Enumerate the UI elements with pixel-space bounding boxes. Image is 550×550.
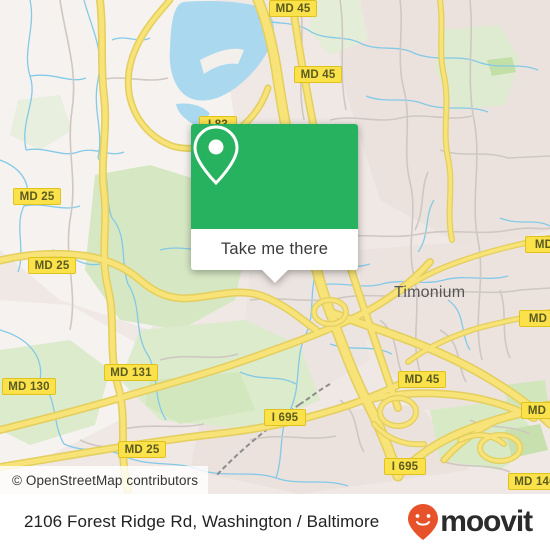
callout-pointer: [261, 270, 288, 283]
road-shield: MD 25: [13, 188, 61, 205]
road-shield: MD 1: [521, 402, 550, 419]
road-shield: MD 45: [294, 66, 342, 83]
location-callout-card[interactable]: Take me there: [191, 124, 358, 283]
road-shield: MD 131: [104, 364, 158, 381]
road-shield: MD 25: [28, 257, 76, 274]
road-shield: MD 130: [2, 378, 56, 395]
take-me-there-label: Take me there: [220, 240, 329, 258]
callout-header: [191, 124, 358, 229]
road-shield: MD: [519, 310, 550, 327]
take-me-there-button[interactable]: Take me there: [191, 229, 358, 270]
map-canvas[interactable]: Timonium MD 45MD 45I 83MD 25MD 25MDMDMD …: [0, 0, 550, 494]
road-shield: MD 45: [398, 371, 446, 388]
road-shield: MD 25: [118, 441, 166, 458]
road-shield: MD 45: [269, 0, 317, 17]
moovit-map-screenshot: Timonium MD 45MD 45I 83MD 25MD 25MDMDMD …: [0, 0, 550, 550]
location-pin-icon: [193, 125, 239, 186]
map-attribution: © OpenStreetMap contributors: [0, 466, 209, 494]
address-title: 2106 Forest Ridge Rd, Washington / Balti…: [24, 512, 380, 531]
moovit-logo[interactable]: moovit: [408, 504, 533, 540]
attribution-text: © OpenStreetMap contributors: [12, 472, 199, 488]
footer-bar: 2106 Forest Ridge Rd, Washington / Balti…: [0, 494, 550, 550]
road-shield: I 695: [264, 409, 306, 426]
road-shield: MD: [525, 236, 550, 253]
moovit-smiley-pin-icon: [408, 504, 439, 540]
road-shield: I 695: [384, 458, 426, 475]
road-shield: MD 146: [508, 473, 550, 490]
moovit-wordmark: moovit: [440, 505, 533, 538]
